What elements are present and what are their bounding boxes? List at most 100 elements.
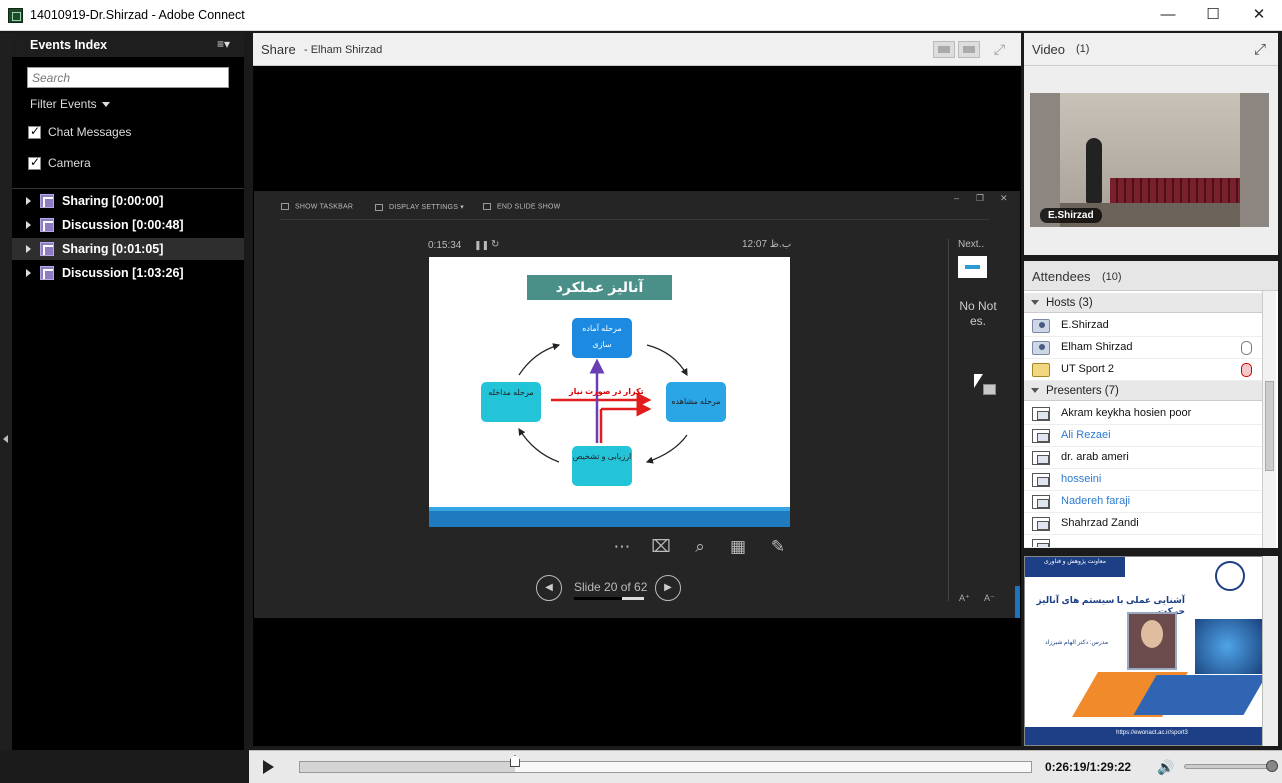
presenters-group[interactable]: Presenters (7) xyxy=(1024,381,1262,401)
sharing-event-icon xyxy=(40,242,54,256)
attendee-row[interactable]: UT Sport 2 xyxy=(1024,359,1262,381)
event-item[interactable]: Discussion [1:03:26] xyxy=(12,262,244,284)
slide-counter: Slide 20 of 62 xyxy=(574,580,648,594)
university-logo-icon xyxy=(1215,561,1245,591)
video-pod: Video (1) ⤢ E.Shirzad xyxy=(1024,33,1278,255)
panel-gutter xyxy=(244,33,253,750)
laser-pointer-icon[interactable]: ⌧ xyxy=(649,535,673,559)
hosts-group[interactable]: Hosts (3) xyxy=(1024,293,1262,313)
divider xyxy=(280,219,989,220)
playback-time: 0:26:19/1:29:22 xyxy=(1045,760,1132,774)
presenter-restore-button[interactable]: ❐ xyxy=(976,193,984,204)
playhead-handle[interactable] xyxy=(509,755,520,767)
attendees-scrollbar[interactable] xyxy=(1262,291,1276,548)
host-user-icon xyxy=(1032,319,1050,333)
volume-knob[interactable] xyxy=(1266,760,1278,772)
next-slide-button[interactable]: ▶ xyxy=(655,575,681,601)
slide-box-prepare: مرحله آماده سازی xyxy=(572,318,632,358)
panel-menu-icon[interactable]: ≡▾ xyxy=(217,37,230,51)
window-titlebar: 14010919-Dr.Shirzad - Adobe Connect — ☐ … xyxy=(0,0,1282,31)
maximize-button[interactable]: ☐ xyxy=(1190,0,1236,31)
attendee-row[interactable]: Akram keykha hosien poor xyxy=(1024,403,1262,425)
microphone-muted-icon xyxy=(1241,363,1252,377)
end-slide-show-label: END SLIDE SHOW xyxy=(497,203,561,211)
end-slide-show-button[interactable]: END SLIDE SHOW xyxy=(483,203,560,210)
speaker-notes: No Not es. xyxy=(959,299,997,328)
pause-timer-icon[interactable]: ❚❚ xyxy=(474,240,489,251)
attendees-count: (10) xyxy=(1102,271,1122,283)
presenter-photo xyxy=(1127,612,1177,670)
attendee-name: Ali Rezaei xyxy=(1061,429,1111,441)
show-taskbar-label: SHOW TASKBAR xyxy=(295,203,354,211)
presenter-close-button[interactable]: ✕ xyxy=(1000,193,1008,204)
discussion-event-icon xyxy=(40,266,54,280)
previous-slide-button[interactable]: ◀ xyxy=(536,575,562,601)
events-search-input[interactable]: Search xyxy=(27,67,229,88)
attendee-row[interactable]: hosseini xyxy=(1024,469,1262,491)
chevron-down-icon xyxy=(101,102,110,108)
current-slide: آنالیز عملکرد مرحله آماده سازی مرحله مدا… xyxy=(429,257,790,527)
slide-note: تکرار در صورت نیاز xyxy=(569,387,644,396)
increase-font-icon[interactable]: A⁺ xyxy=(959,593,970,604)
playback-timeline[interactable] xyxy=(299,761,1032,773)
attendee-row[interactable]: E.Shirzad xyxy=(1024,315,1262,337)
window-title: 14010919-Dr.Shirzad - Adobe Connect xyxy=(30,8,245,22)
layout-view-button[interactable] xyxy=(933,41,955,58)
attendee-name: UT Sport 2 xyxy=(1061,363,1114,375)
decorative-shape xyxy=(1133,675,1267,715)
divider xyxy=(12,188,244,189)
close-button[interactable]: ✕ xyxy=(1236,0,1282,31)
volume-icon[interactable]: 🔊 xyxy=(1157,759,1174,776)
attendee-name: dr. arab ameri xyxy=(1061,451,1129,463)
presenter-user-icon xyxy=(1032,539,1050,547)
expand-arrow-icon[interactable] xyxy=(26,197,31,205)
collapse-arrow-icon[interactable] xyxy=(1031,300,1039,305)
zoom-icon[interactable]: ⌕ xyxy=(688,535,712,559)
expand-arrow-icon[interactable] xyxy=(26,269,31,277)
layout-view-button[interactable] xyxy=(958,41,980,58)
chat-messages-checkbox[interactable] xyxy=(28,124,41,139)
attendee-row[interactable]: dr. arab ameri xyxy=(1024,447,1262,469)
decrease-font-icon[interactable]: A⁻ xyxy=(984,593,995,604)
volume-slider[interactable] xyxy=(1184,764,1272,769)
scrollbar-thumb[interactable] xyxy=(1265,381,1274,471)
event-item-selected[interactable]: Sharing [0:01:05] xyxy=(12,238,244,260)
webcam-feed[interactable]: E.Shirzad xyxy=(1030,93,1269,227)
fullscreen-icon[interactable]: ⤢ xyxy=(1254,41,1266,58)
next-slide-thumbnail[interactable] xyxy=(958,256,987,278)
poster-scrollbar[interactable] xyxy=(1262,556,1278,746)
attendee-row[interactable]: Elham Shirzad xyxy=(1024,337,1262,359)
events-panel-collapse-strip[interactable] xyxy=(0,33,12,750)
fullscreen-icon[interactable]: ⤢ xyxy=(991,41,1008,58)
see-all-slides-icon[interactable]: ▦ xyxy=(726,535,750,559)
minimize-button[interactable]: — xyxy=(1145,0,1191,31)
show-taskbar-button[interactable]: SHOW TASKBAR xyxy=(281,203,353,210)
accent-edge xyxy=(1015,586,1020,618)
collapse-left-icon[interactable] xyxy=(3,435,8,443)
presenter-minimize-button[interactable]: – xyxy=(954,193,959,203)
event-label: Sharing [0:01:05] xyxy=(62,242,164,256)
pen-icon[interactable]: ✎ xyxy=(766,535,790,559)
event-item[interactable]: Sharing [0:00:00] xyxy=(12,190,244,212)
camera-checkbox[interactable] xyxy=(28,155,41,170)
play-icon[interactable] xyxy=(263,760,274,774)
poster-image-pod: معاونت پژوهش و فناوری آشنایی عملی با سیس… xyxy=(1024,556,1278,746)
attendee-row[interactable]: Shahrzad Zandi xyxy=(1024,513,1262,535)
filter-events-dropdown[interactable]: Filter Events xyxy=(30,97,110,111)
expand-arrow-icon[interactable] xyxy=(26,245,31,253)
presenter-user-icon xyxy=(1032,473,1050,487)
attendee-row[interactable]: Ali Rezaei xyxy=(1024,425,1262,447)
video-pod-header: Video (1) ⤢ xyxy=(1024,33,1278,66)
attendee-row-partial[interactable] xyxy=(1024,535,1262,548)
reset-timer-icon[interactable]: ↻ xyxy=(491,239,499,250)
event-label: Sharing [0:00:00] xyxy=(62,194,164,208)
display-settings-button[interactable]: DISPLAY SETTINGS ▾ xyxy=(375,203,464,211)
attendees-header: Attendees (10) xyxy=(1024,261,1278,291)
attendee-row[interactable]: Nadereh faraji xyxy=(1024,491,1262,513)
presenter-user-icon xyxy=(1032,517,1050,531)
divider xyxy=(948,239,949,601)
expand-arrow-icon[interactable] xyxy=(26,221,31,229)
more-options-icon[interactable]: ⋯ xyxy=(610,535,634,559)
event-item[interactable]: Discussion [0:00:48] xyxy=(12,214,244,236)
collapse-arrow-icon[interactable] xyxy=(1031,388,1039,393)
